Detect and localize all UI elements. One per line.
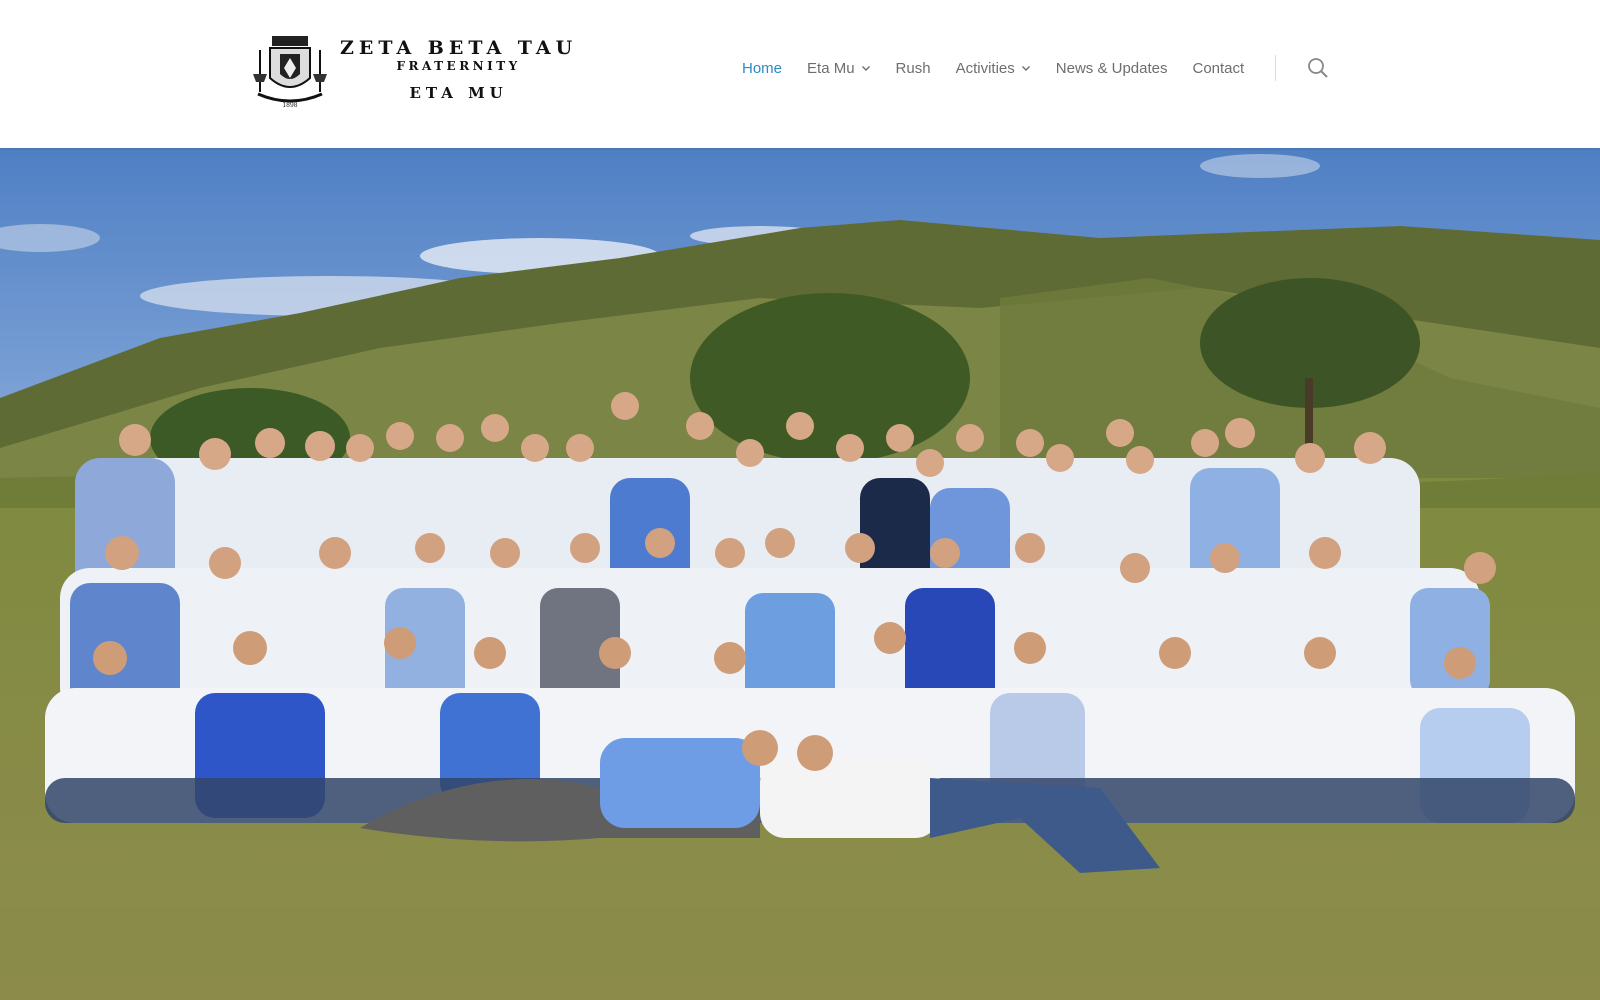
chevron-down-icon [861, 66, 870, 71]
crest-icon: 1898 [253, 36, 327, 109]
tree [690, 293, 970, 463]
nav-news-updates[interactable]: News & Updates [1056, 60, 1168, 77]
nav-divider [1275, 55, 1277, 81]
site-logo[interactable]: 1898 ZETA BETA TAU FRATERNITY ETA MU [250, 28, 595, 112]
search-button[interactable] [1306, 56, 1330, 80]
tree-trunk [1305, 378, 1313, 448]
nav-contact-label: Contact [1192, 59, 1245, 77]
site-header: 1898 ZETA BETA TAU FRATERNITY ETA MU Hom… [0, 0, 1600, 148]
nav-eta-mu-label: Eta Mu [807, 59, 855, 77]
logo-text: ZETA BETA TAU FRATERNITY ETA MU [340, 37, 577, 103]
main-nav: Home Eta Mu Rush Activities News & Updat… [742, 55, 1330, 81]
nav-home-label: Home [742, 59, 783, 77]
nav-activities-label: Activities [955, 59, 1015, 77]
chevron-down-icon [1021, 66, 1030, 71]
logo-chapter: ETA MU [409, 84, 508, 102]
nav-home[interactable]: Home [742, 60, 782, 77]
group-photo-image [0, 148, 1600, 1000]
crest-year: 1898 [282, 102, 297, 109]
nav-eta-mu[interactable]: Eta Mu [807, 60, 871, 77]
cloud [1200, 154, 1320, 178]
logo-subtitle: FRATERNITY [396, 59, 521, 73]
nav-activities[interactable]: Activities [956, 60, 1031, 77]
foreground-grass [0, 908, 1600, 1000]
nav-rush-label: Rush [895, 59, 931, 77]
hero-group-photo [0, 148, 1600, 1000]
search-icon [1308, 58, 1328, 78]
nav-contact[interactable]: Contact [1192, 60, 1244, 77]
logo-title: ZETA BETA TAU [340, 37, 578, 59]
nav-rush[interactable]: Rush [896, 60, 931, 77]
nav-news-updates-label: News & Updates [1055, 59, 1168, 77]
